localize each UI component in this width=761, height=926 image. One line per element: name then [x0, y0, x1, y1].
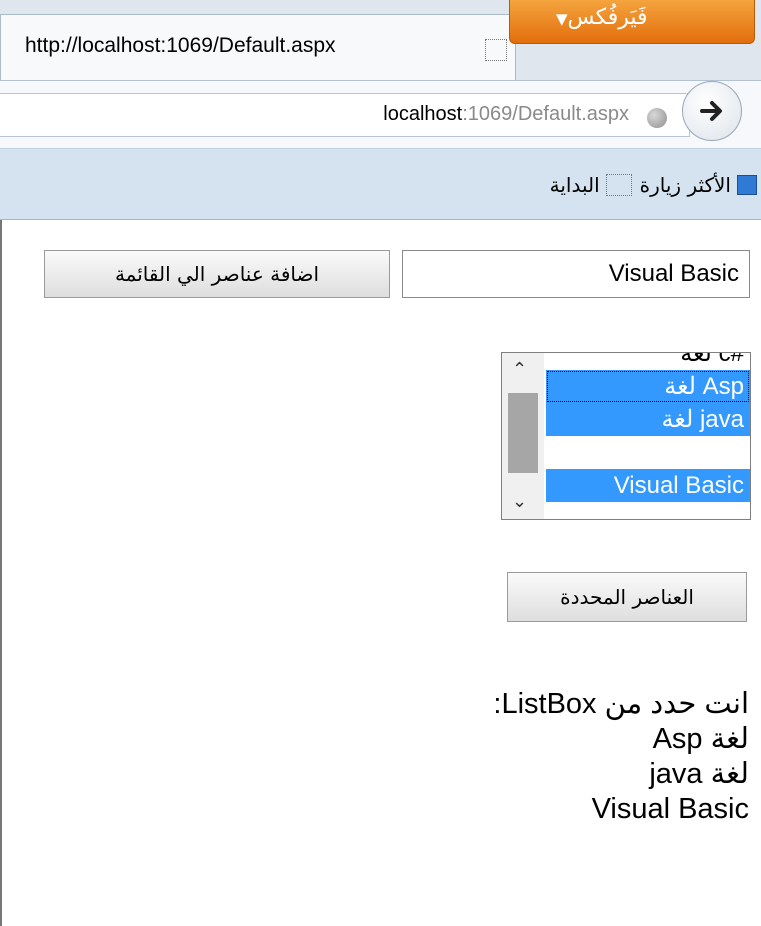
languages-listbox[interactable]: ⌃ ⌄ لغة c# لغة Asp لغة java Visual Basic: [501, 352, 751, 520]
show-selected-button[interactable]: العناصر المحددة: [507, 572, 747, 622]
tab-favicon-icon: [485, 39, 507, 61]
bookmarks-list: الأكثر زيارة البداية: [550, 173, 757, 197]
tab-title: http://localhost:1069/Default.aspx: [25, 34, 336, 57]
result-text: انت حدد من ListBox: لغة Asp لغة java Vis…: [493, 687, 749, 827]
listbox-item[interactable]: لغة Asp: [546, 370, 750, 403]
scroll-up-icon[interactable]: ⌃: [512, 359, 527, 380]
browser-window: http://localhost:1069/Default.aspx فَيَر…: [0, 0, 761, 926]
result-line: لغة Asp: [652, 723, 749, 755]
bookmark-label: البداية: [549, 173, 600, 197]
result-line: انت حدد من ListBox:: [493, 688, 749, 720]
add-items-button[interactable]: اضافة عناصر الي القائمة: [44, 250, 390, 298]
listbox-item[interactable]: Visual Basic: [546, 469, 750, 502]
item-textbox[interactable]: Visual Basic: [402, 250, 750, 298]
navigation-bar: localhost:1069/Default.aspx: [0, 80, 761, 149]
listbox-item[interactable]: [546, 436, 750, 469]
go-button[interactable]: [682, 81, 742, 141]
browser-tab[interactable]: http://localhost:1069/Default.aspx: [0, 14, 516, 80]
listbox-item[interactable]: لغة java: [546, 403, 750, 436]
page-icon: [605, 174, 632, 196]
firefox-menu-label: فَيَرفُكس: [567, 5, 648, 30]
url-bar[interactable]: localhost:1069/Default.aspx: [0, 93, 690, 137]
page-content: اضافة عناصر الي القائمة Visual Basic ⌃ ⌄…: [0, 220, 761, 926]
bookmark-label: الأكثر زيارة: [639, 173, 731, 197]
url-text: localhost:1069/Default.aspx: [383, 103, 629, 126]
scrollbar-thumb[interactable]: [508, 393, 538, 473]
result-line: Visual Basic: [591, 793, 749, 825]
arrow-right-icon: [700, 101, 722, 121]
listbox-item[interactable]: لغة c#: [546, 353, 750, 370]
url-host: localhost: [383, 103, 463, 125]
firefox-menu-button[interactable]: فَيَرفُكس▼: [509, 0, 755, 44]
scroll-down-icon[interactable]: ⌄: [512, 491, 527, 512]
listbox-items: لغة c# لغة Asp لغة java Visual Basic: [546, 353, 750, 502]
globe-icon: [647, 108, 667, 128]
listbox-scrollbar[interactable]: ⌃ ⌄: [502, 353, 544, 519]
most-visited-icon: [737, 175, 757, 195]
bookmark-most-visited[interactable]: الأكثر زيارة: [640, 173, 757, 197]
url-path: :1069/Default.aspx: [462, 103, 629, 125]
result-line: لغة java: [649, 758, 749, 790]
bookmarks-toolbar: الأكثر زيارة البداية: [0, 148, 761, 220]
title-bar: http://localhost:1069/Default.aspx فَيَر…: [0, 0, 761, 80]
chevron-down-icon: ▼: [556, 10, 568, 28]
bookmark-start[interactable]: البداية: [550, 173, 632, 197]
